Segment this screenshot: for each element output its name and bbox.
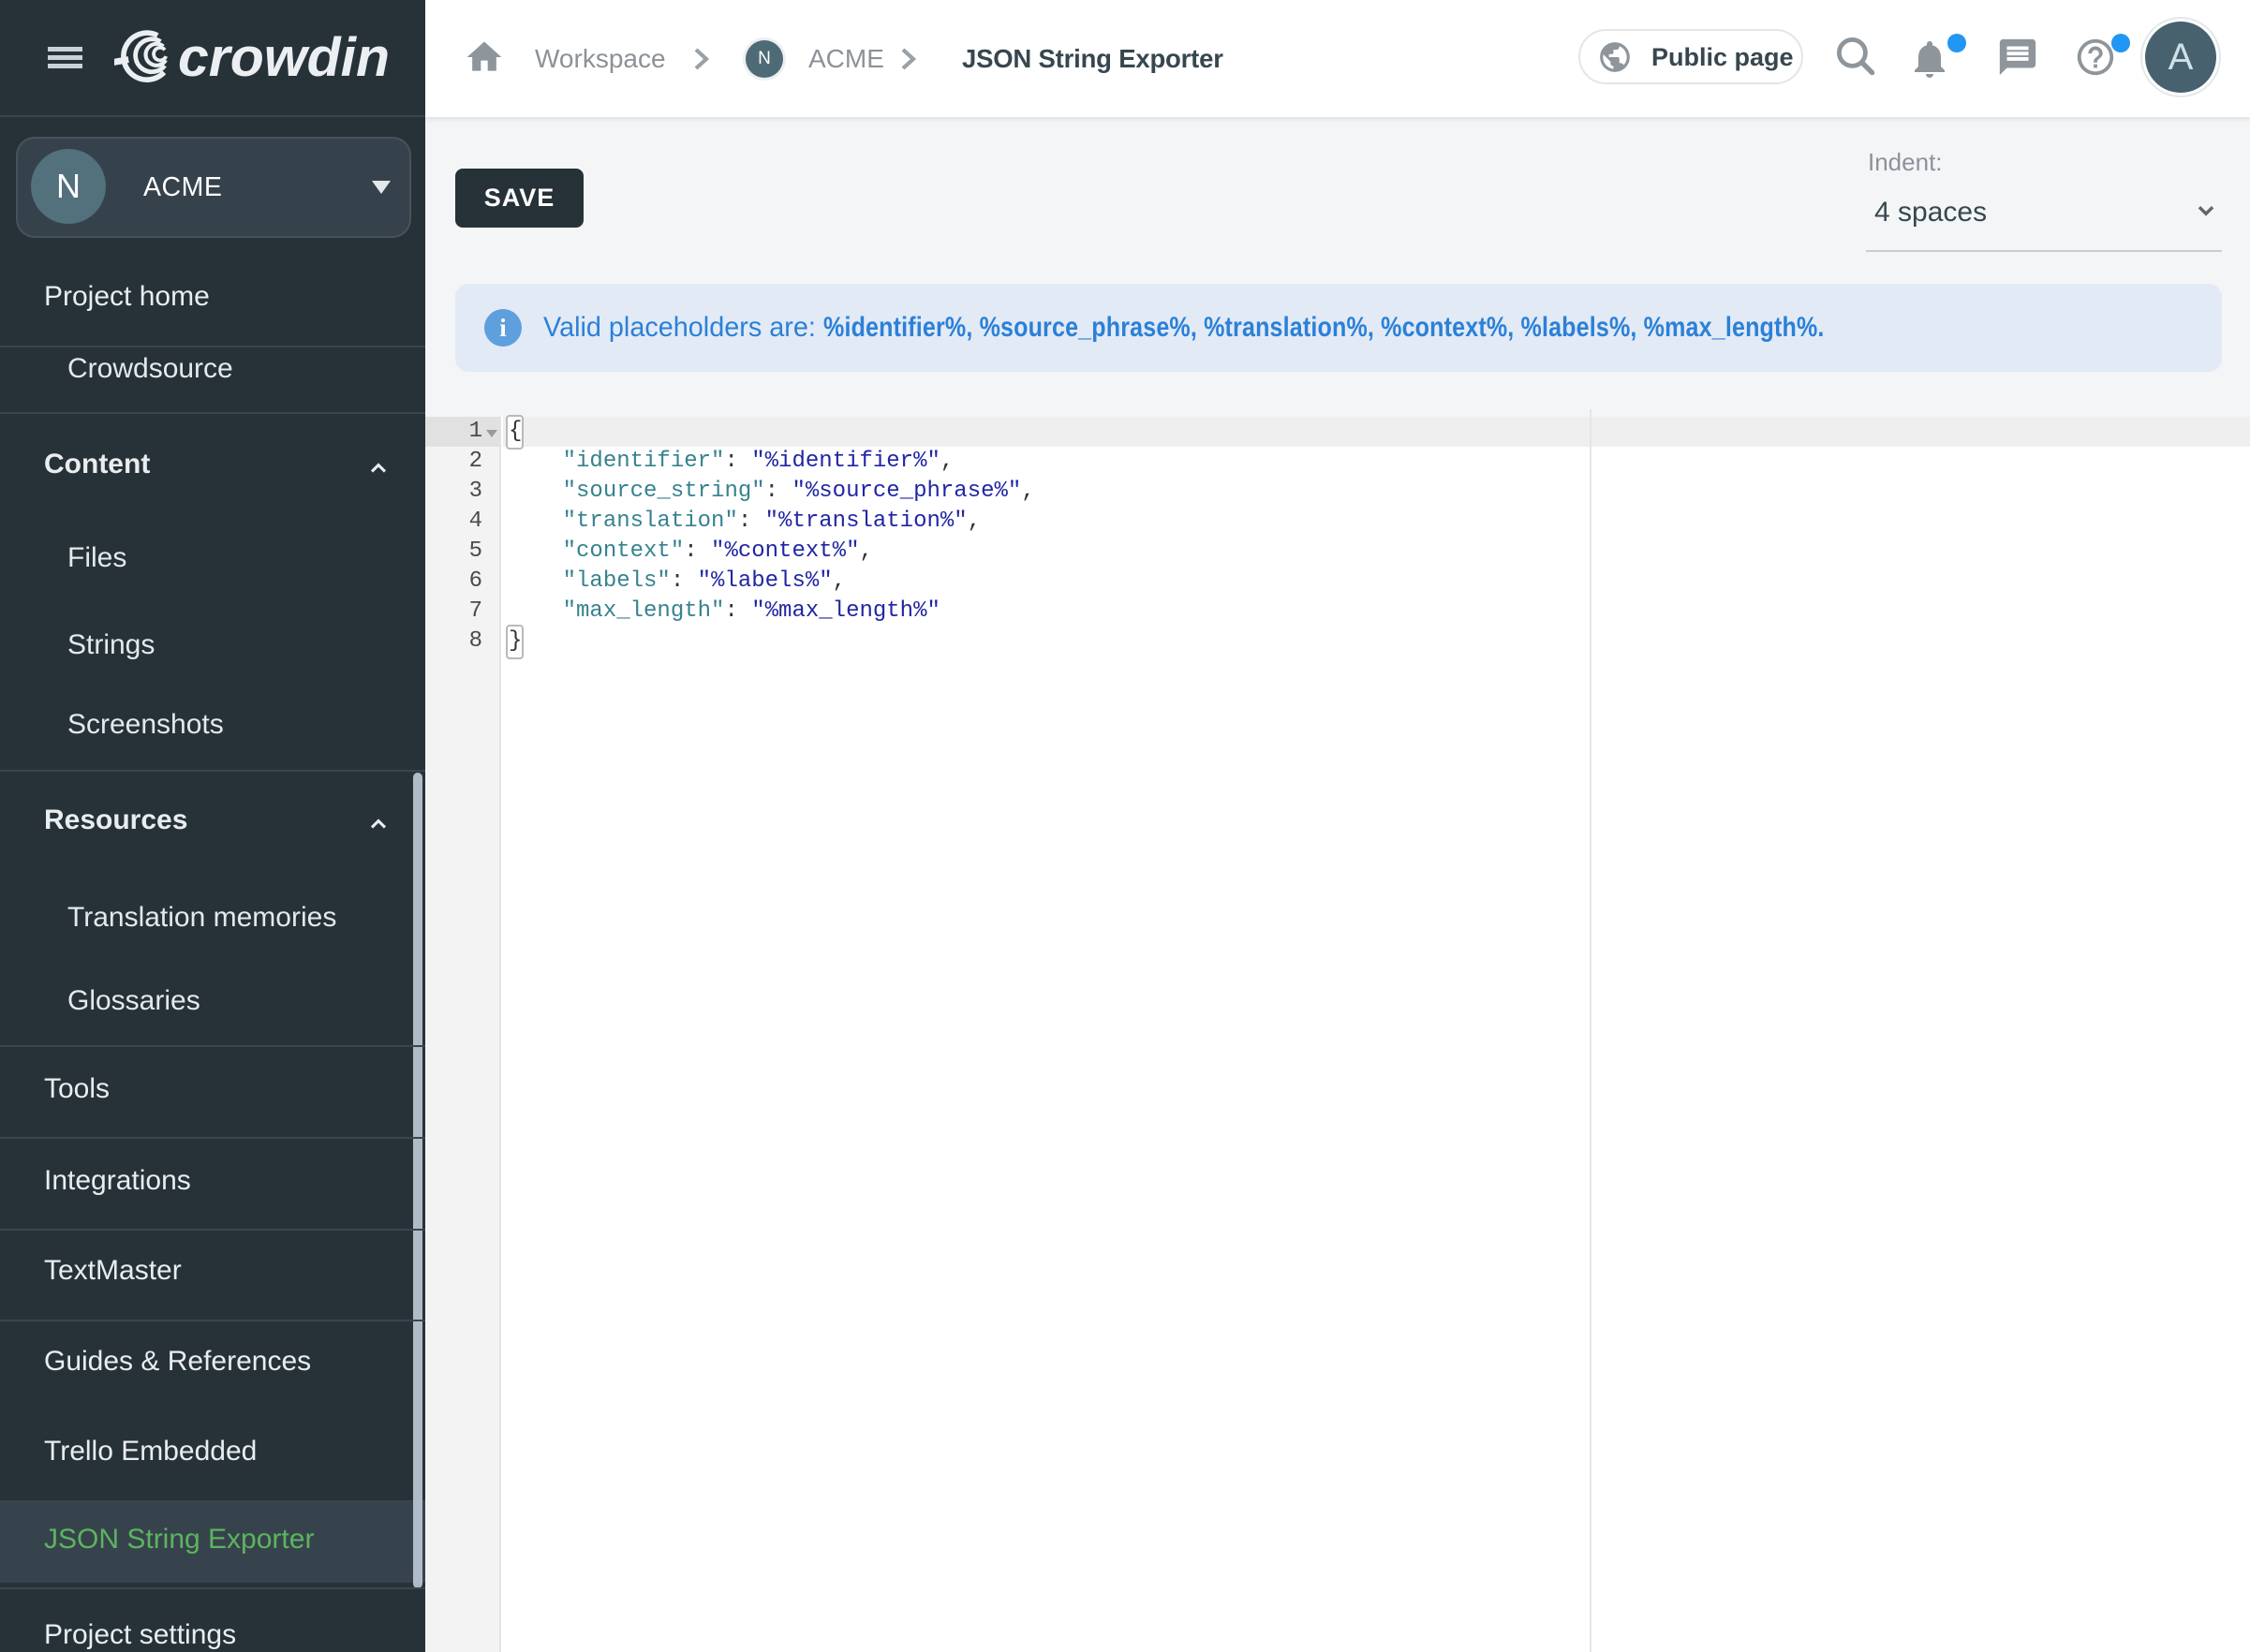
svg-text:crowdin: crowdin <box>178 30 390 84</box>
